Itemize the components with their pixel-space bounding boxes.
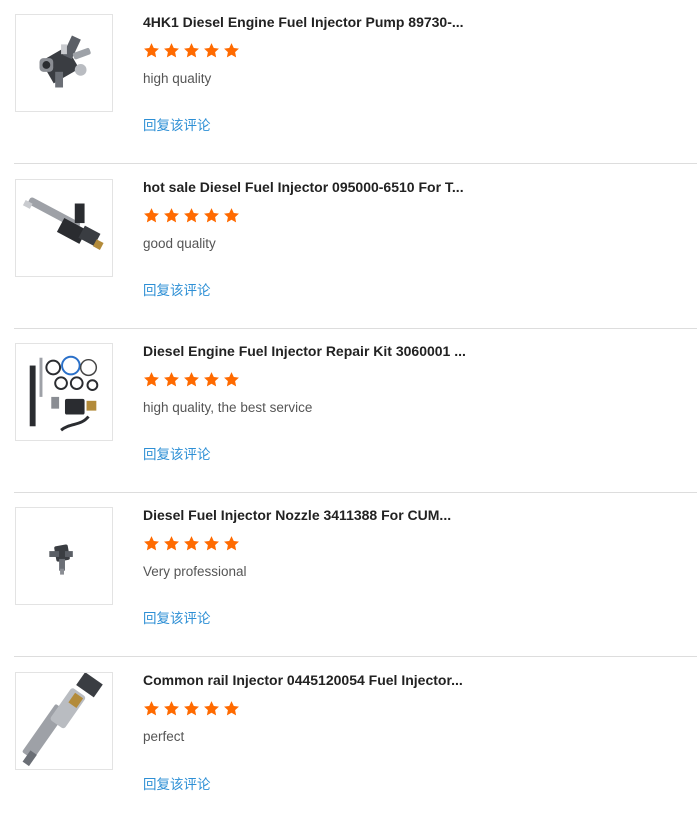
divider [14, 163, 697, 164]
star-icon [224, 208, 239, 223]
review-item: Diesel Engine Fuel Injector Repair Kit 3… [0, 329, 697, 493]
star-icon [204, 43, 219, 58]
star-icon [164, 372, 179, 387]
nozzle-product-image[interactable] [15, 507, 113, 605]
star-icon [184, 372, 199, 387]
star-icon [204, 372, 219, 387]
fuel-pump-product-image[interactable] [15, 14, 113, 112]
review-item: hot sale Diesel Fuel Injector 095000-651… [0, 165, 697, 329]
star-icon [184, 701, 199, 716]
star-icon [164, 43, 179, 58]
star-icon [204, 536, 219, 551]
star-icon [144, 372, 159, 387]
star-icon [144, 43, 159, 58]
reply-link[interactable]: 回复该评论 [143, 283, 211, 299]
star-icon [224, 536, 239, 551]
star-icon [224, 43, 239, 58]
star-icon [184, 536, 199, 551]
star-icon [184, 43, 199, 58]
star-icon [164, 701, 179, 716]
star-rating [143, 535, 243, 552]
product-title[interactable]: hot sale Diesel Fuel Injector 095000-651… [143, 178, 488, 196]
fuel-injector-product-image[interactable] [15, 179, 113, 277]
review-comment: Very professional [143, 564, 247, 579]
product-title[interactable]: Diesel Fuel Injector Nozzle 3411388 For … [143, 506, 488, 524]
reply-link[interactable]: 回复该评论 [143, 611, 211, 627]
review-item: Common rail Injector 0445120054 Fuel Inj… [0, 658, 697, 822]
review-comment: perfect [143, 729, 185, 744]
product-title[interactable]: Diesel Engine Fuel Injector Repair Kit 3… [143, 342, 488, 360]
star-rating [143, 207, 243, 224]
star-icon [144, 701, 159, 716]
star-icon [164, 208, 179, 223]
star-icon [224, 372, 239, 387]
reply-link[interactable]: 回复该评论 [143, 447, 211, 463]
star-icon [204, 701, 219, 716]
product-title[interactable]: 4HK1 Diesel Engine Fuel Injector Pump 89… [143, 13, 488, 31]
product-title[interactable]: Common rail Injector 0445120054 Fuel Inj… [143, 671, 488, 689]
reply-link[interactable]: 回复该评论 [143, 777, 211, 793]
star-icon [184, 208, 199, 223]
star-icon [144, 536, 159, 551]
star-icon [144, 208, 159, 223]
repair-kit-product-image[interactable] [15, 343, 113, 441]
review-item: 4HK1 Diesel Engine Fuel Injector Pump 89… [0, 0, 697, 164]
star-rating [143, 700, 243, 717]
star-rating [143, 371, 243, 388]
star-rating [143, 42, 243, 59]
star-icon [224, 701, 239, 716]
star-icon [204, 208, 219, 223]
review-comment: good quality [143, 236, 216, 251]
review-comment: high quality, the best service [143, 400, 313, 415]
divider [14, 656, 697, 657]
review-comment: high quality [143, 71, 212, 86]
common-rail-injector-product-image[interactable] [15, 672, 113, 770]
star-icon [164, 536, 179, 551]
review-item: Diesel Fuel Injector Nozzle 3411388 For … [0, 493, 697, 657]
reply-link[interactable]: 回复该评论 [143, 118, 211, 134]
